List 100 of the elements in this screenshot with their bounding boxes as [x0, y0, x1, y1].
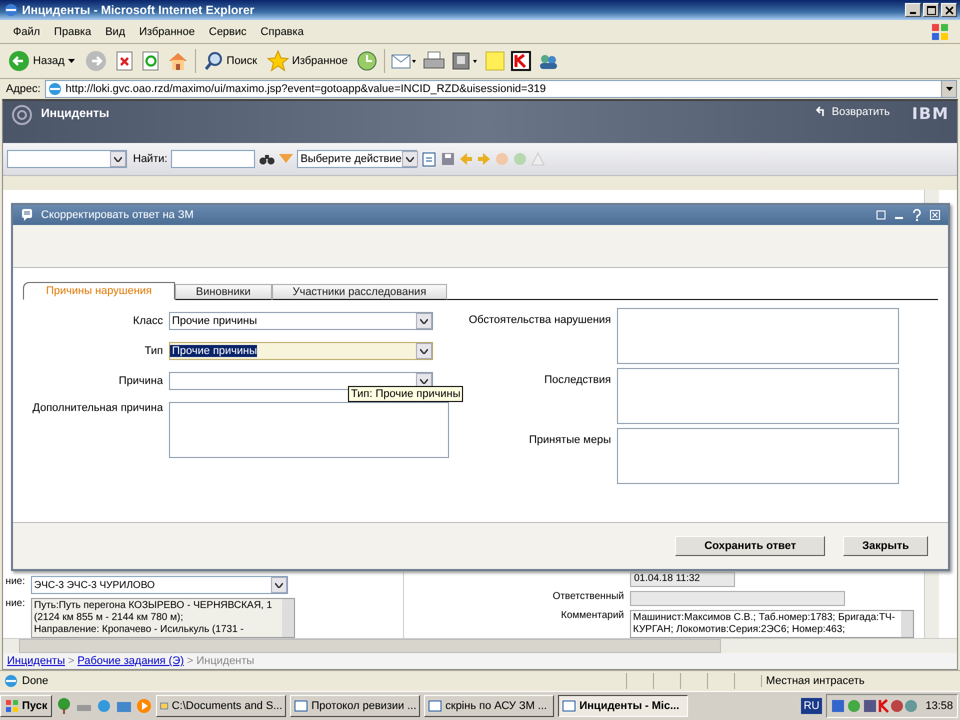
dialog-button[interactable]: Закрыть — [843, 536, 928, 556]
select-field[interactable]: Прочие причины — [169, 342, 433, 360]
dialog-title: Скорректировать ответ на ЗМ — [41, 209, 194, 221]
minimize-icon — [910, 12, 916, 14]
find-label: Найти: — [133, 153, 168, 165]
filter-icon[interactable] — [279, 154, 294, 164]
search-icon — [204, 51, 224, 71]
windows-logo-icon — [930, 22, 950, 42]
document-icon[interactable] — [450, 51, 479, 71]
favorites-button[interactable]: Избранное — [265, 50, 350, 72]
address-field[interactable]: http://loki.gvc.oao.rzd/maximo/ui/maximo.jsp?event=gotoapp&value=INCID_RZD&uisessionid=319 — [44, 80, 957, 98]
breadcrumb-link[interactable]: Рабочие задания (Э) — [77, 655, 184, 667]
new-record-icon[interactable] — [421, 151, 438, 167]
breadcrumb-current: Инциденты — [196, 655, 254, 667]
menu-item[interactable]: Сервис — [202, 26, 254, 38]
field-label: ние: — [4, 598, 25, 609]
maximize-button[interactable] — [923, 3, 939, 17]
field-label: Принятые меры — [528, 433, 611, 448]
close-icon[interactable] — [930, 210, 940, 220]
search-button[interactable]: Поиск — [202, 51, 260, 71]
text-area[interactable] — [617, 368, 899, 424]
menu-item[interactable]: Справка — [254, 26, 311, 38]
tab[interactable]: Виновники — [174, 284, 272, 300]
maximize-icon — [926, 6, 936, 14]
taskbar-button[interactable]: Протокол ревизии ... — [290, 695, 420, 717]
minimize-button[interactable] — [905, 3, 921, 17]
menu-item[interactable]: Избранное — [132, 26, 202, 38]
text-area[interactable]: Путь:Путь перегона КОЗЫРЕВО - ЧЕРНЯВСКАЯ, 1 (2124 км 855 м - 2144 км 780 м); Направление: Кропачево - Исилькуль (1731 - — [31, 598, 295, 638]
status-text: Done — [22, 675, 48, 687]
binoculars-icon[interactable] — [259, 152, 276, 166]
field-label: Комментарий — [561, 610, 624, 621]
horizontal-scrollbar[interactable] — [3, 638, 957, 653]
home-icon[interactable] — [166, 51, 189, 71]
start-button[interactable]: Пуск — [0, 695, 52, 717]
field-label: Последствия — [543, 373, 611, 388]
save-icon[interactable] — [441, 152, 456, 166]
page-icon — [4, 674, 18, 688]
field-label: Класс — [132, 315, 163, 327]
return-link[interactable]: Возвратить — [832, 106, 890, 118]
text-area[interactable] — [617, 308, 899, 364]
text-area[interactable]: Машинист:Максимов С.В.; Таб.номер:1783; Бригада:ТЧ- КУРГАН; Локомотив:Серия:2ЭС6; Номер:463; — [630, 610, 914, 638]
clock: 13:58 — [925, 700, 953, 712]
restore-icon[interactable] — [876, 210, 886, 220]
taskbar-button[interactable]: скрінь по АСУ ЗМ ... — [424, 695, 554, 717]
chevron-down-icon — [420, 318, 428, 324]
printer-icon[interactable] — [422, 51, 445, 71]
menu-item[interactable]: Правка — [47, 26, 98, 38]
menu-item[interactable]: Файл — [6, 26, 48, 38]
select-field[interactable]: ЭЧС-3 ЭЧС-3 ЧУРИЛОВО — [31, 576, 288, 594]
return-arrow-icon — [814, 106, 824, 116]
select-field[interactable] — [169, 372, 433, 390]
taskbar-button[interactable]: Инциденты - Mic... — [558, 695, 688, 717]
field-label: Ответственный — [552, 591, 624, 602]
chevron-down-icon — [275, 582, 283, 588]
close-icon — [944, 6, 954, 14]
taskbar-button[interactable]: C:\Documents and S... — [156, 695, 286, 717]
find-field[interactable] — [171, 150, 256, 168]
query-select[interactable] — [7, 150, 127, 168]
caret-icon — [68, 59, 75, 63]
page-icon — [48, 82, 62, 96]
windows-logo-icon — [5, 699, 19, 713]
chevron-down-icon — [420, 348, 428, 354]
address-label: Адрес: — [6, 83, 41, 95]
chevron-down-icon — [114, 156, 122, 162]
action-select[interactable]: Выберите действие — [297, 150, 418, 168]
dialog-button[interactable]: Сохранить ответ — [675, 536, 826, 556]
menu-item[interactable]: Вид — [98, 26, 132, 38]
media-icon[interactable] — [136, 698, 152, 714]
dropdown-button[interactable] — [941, 81, 956, 97]
app-logo-icon — [11, 104, 33, 126]
stop-icon[interactable] — [114, 51, 135, 71]
window-icon — [294, 699, 308, 713]
tooltip: Тип: Прочие причины — [348, 386, 464, 402]
tab[interactable]: Участники расследования — [272, 284, 448, 300]
star-icon — [267, 50, 290, 72]
close-button[interactable] — [941, 3, 957, 17]
breadcrumb-link[interactable]: Инциденты — [7, 655, 65, 667]
field-label: Причина — [118, 375, 163, 387]
security-zone: Местная интрасеть — [761, 675, 956, 687]
window-icon — [562, 699, 576, 713]
comment-icon — [21, 209, 33, 221]
refresh-icon[interactable] — [140, 51, 161, 71]
help-icon[interactable] — [912, 209, 922, 221]
field-label: Обстоятельства нарушения — [468, 313, 611, 328]
window-title: Инциденты - Microsoft Internet Explorer — [22, 3, 254, 17]
k-logo-icon[interactable] — [510, 51, 531, 71]
breadcrumb-separator: > — [68, 655, 74, 667]
language-indicator[interactable]: RU — [800, 698, 822, 714]
text-area[interactable] — [617, 428, 899, 484]
caret-icon — [946, 87, 952, 91]
field-label: Дополнительная причина — [32, 402, 163, 414]
field-label: Тип — [144, 345, 163, 357]
browser-icon — [3, 2, 19, 18]
tree-icon[interactable] — [56, 698, 72, 714]
text-area[interactable] — [169, 402, 449, 458]
history-icon[interactable] — [356, 50, 378, 72]
field-label: ние: — [4, 576, 25, 587]
readonly-field: 01.04.18 11:32 — [630, 572, 735, 587]
back-button[interactable]: Назад — [6, 50, 77, 72]
select-field[interactable]: Прочие причины — [169, 312, 433, 330]
